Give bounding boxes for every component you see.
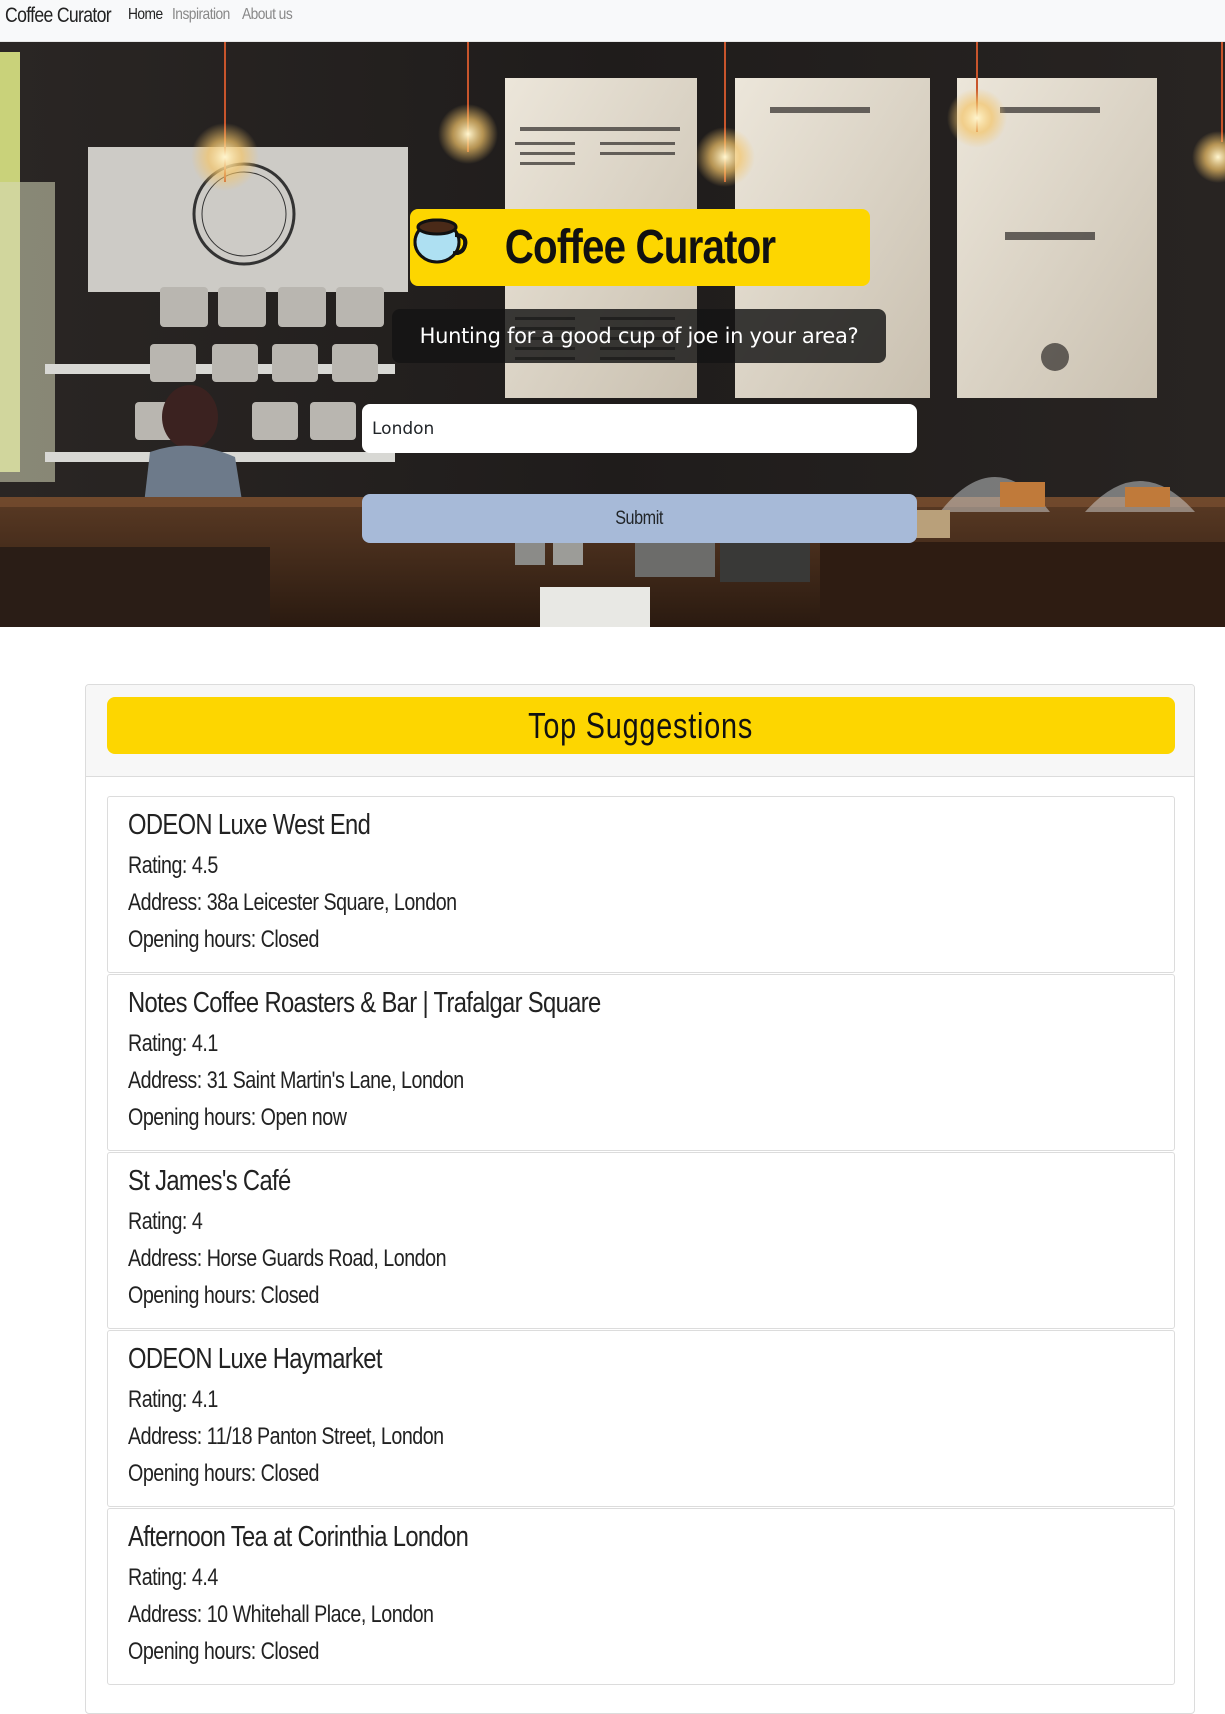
suggestion-opening-hours: Opening hours: Open now [128,1104,347,1131]
suggestions-list: ODEON Luxe West End Rating: 4.5 Address:… [107,796,1175,1686]
hot-beverage-icon [413,218,468,264]
suggestion-name: Notes Coffee Roasters & Bar | Trafalgar … [128,987,601,1019]
suggestion-item: Afternoon Tea at Corinthia London Rating… [107,1508,1175,1685]
hero-subtitle: Hunting for a good cup of joe in your ar… [419,324,859,348]
suggestion-address: Address: 31 Saint Martin's Lane, London [128,1067,464,1094]
suggestion-address: Address: 38a Leicester Square, London [128,889,457,916]
suggestion-item: Notes Coffee Roasters & Bar | Trafalgar … [107,974,1175,1151]
suggestions-card-header: Top Suggestions [86,685,1194,777]
suggestion-opening-hours: Opening hours: Closed [128,926,319,953]
suggestion-address: Address: Horse Guards Road, London [128,1245,447,1272]
suggestion-address: Address: 11/18 Panton Street, London [128,1423,444,1450]
suggestion-name: ODEON Luxe Haymarket [128,1343,382,1375]
submit-button-label: Submit [615,507,664,529]
submit-button[interactable]: Submit [362,494,917,543]
suggestion-rating: Rating: 4.5 [128,852,218,879]
suggestions-heading: Top Suggestions [528,704,754,746]
navbar-brand[interactable]: Coffee Curator [5,4,112,28]
nav-link-home[interactable]: Home [128,6,169,24]
location-search-input[interactable] [362,404,917,453]
hero-title: Coffee Curator [504,221,776,274]
suggestion-rating: Rating: 4.4 [128,1564,218,1591]
hero-title-box: Coffee Curator [410,209,870,286]
suggestion-name: ODEON Luxe West End [128,809,371,841]
suggestion-name: St James's Café [128,1165,291,1197]
suggestion-rating: Rating: 4.1 [128,1386,218,1413]
suggestion-item: ODEON Luxe Haymarket Rating: 4.1 Address… [107,1330,1175,1507]
suggestion-address: Address: 10 Whitehall Place, London [128,1601,434,1628]
suggestion-name: Afternoon Tea at Corinthia London [128,1521,469,1553]
suggestion-opening-hours: Opening hours: Closed [128,1638,319,1665]
suggestion-opening-hours: Opening hours: Closed [128,1282,319,1309]
nav-link-about-us[interactable]: About us [242,6,300,24]
nav-links: Home Inspiration About us [128,6,306,24]
suggestion-rating: Rating: 4.1 [128,1030,218,1057]
suggestions-header-bar: Top Suggestions [107,697,1175,754]
top-navbar: Coffee Curator Home Inspiration About us [0,0,1225,42]
hero-subtitle-box: Hunting for a good cup of joe in your ar… [392,309,886,363]
suggestion-item: ODEON Luxe West End Rating: 4.5 Address:… [107,796,1175,973]
nav-link-inspiration[interactable]: Inspiration [172,6,236,24]
suggestion-item: St James's Café Rating: 4 Address: Horse… [107,1152,1175,1329]
suggestion-opening-hours: Opening hours: Closed [128,1460,319,1487]
suggestions-card: Top Suggestions ODEON Luxe West End Rati… [85,684,1195,1714]
hero-section: Coffee Curator Hunting for a good cup of… [0,42,1225,627]
suggestion-rating: Rating: 4 [128,1208,203,1235]
